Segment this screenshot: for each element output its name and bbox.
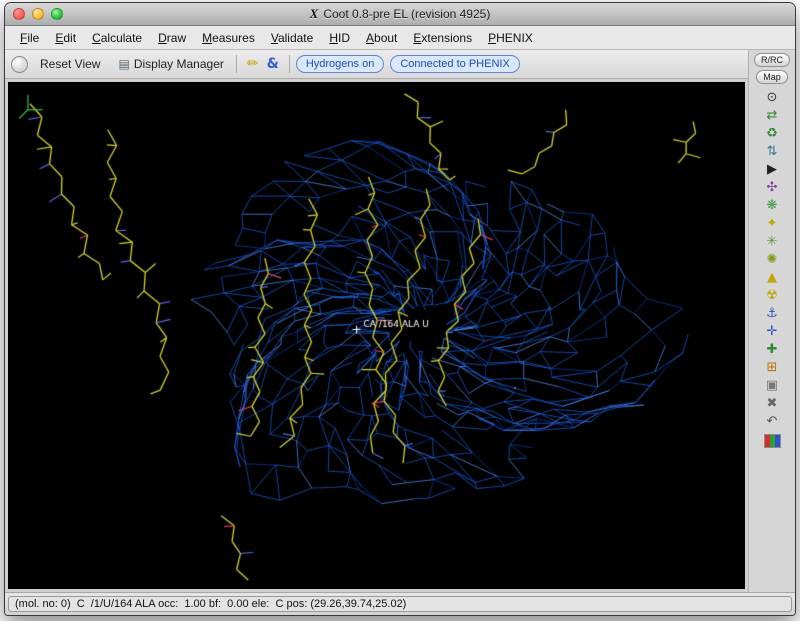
flip-peptide-icon[interactable]: ✦ (761, 216, 783, 232)
mutate-icon[interactable]: ✺ (761, 252, 783, 268)
delete-item-icon[interactable]: ✖ (761, 396, 783, 412)
status-text: (mol. no: 0) C /1/U/164 ALA occ: 1.00 bf… (8, 596, 792, 612)
main-toolbar: Reset View ▤ Display Manager ✏& Hydrogen… (5, 50, 748, 79)
right-tool-strip: R/RC Map ⊙ ⇄ ♻ ⇅ ▶ ✣ ❋ ✦ ✳ ✺ ▲ ☢ ⚓ ✛ ✚ ⊞ ▣ ✖ ↶ (748, 50, 795, 592)
display-manager-button[interactable]: ▤ Display Manager (112, 54, 229, 74)
x11-app-icon: X (310, 6, 319, 22)
status-bar: (mol. no: 0) C /1/U/164 ALA occ: 1.00 bf… (5, 592, 795, 615)
goto-atom-icon[interactable]: ✏ (243, 55, 263, 73)
menu-item-phenix[interactable]: PHENIX (481, 29, 540, 47)
menu-item-about[interactable]: About (359, 29, 404, 47)
phenix-status-button[interactable]: Connected to PHENIX (390, 55, 519, 73)
gl-canvas[interactable] (8, 82, 745, 589)
right-icon-column: ⊙ ⇄ ♻ ⇅ ▶ ✣ ❋ ✦ ✳ ✺ ▲ ☢ ⚓ ✛ ✚ ⊞ ▣ ✖ ↶ (761, 90, 783, 448)
window-title: X Coot 0.8-pre EL (revision 4925) (310, 6, 491, 22)
hydrogens-toggle-button[interactable]: Hydrogens on (296, 55, 385, 73)
recycle-refine-icon[interactable]: ♻ (761, 126, 783, 142)
menu-item-validate[interactable]: Validate (264, 29, 321, 47)
menu-item-file[interactable]: File (13, 29, 46, 47)
title-bar[interactable]: X Coot 0.8-pre EL (revision 4925) (5, 3, 795, 26)
anchor-restraints-icon[interactable]: ⚓ (761, 306, 783, 322)
add-box-icon[interactable]: ⊞ (761, 360, 783, 376)
menu-item-edit[interactable]: Edit (48, 29, 83, 47)
reset-view-button[interactable]: Reset View (34, 54, 106, 74)
menu-item-hid[interactable]: HID (322, 29, 357, 47)
updown-fit-icon[interactable]: ⇅ (761, 144, 783, 160)
toolbar-separator (236, 55, 237, 73)
timer-icon[interactable]: ⊙ (761, 90, 783, 106)
close-button[interactable] (13, 8, 25, 20)
crosshair-place-atom-icon[interactable]: ✛ (761, 324, 783, 340)
radioactive-refmac-icon[interactable]: ☢ (761, 288, 783, 304)
toolbar-separator (289, 55, 290, 73)
display-manager-icon: ▤ (118, 57, 129, 71)
toolbar-icon-group: ✏& (243, 55, 283, 73)
goto-ligand-icon[interactable]: & (263, 55, 283, 73)
add-terminal-residue-icon[interactable]: ▲ (761, 270, 783, 286)
grid-icon[interactable]: ▣ (761, 378, 783, 394)
swap-coords-icon[interactable]: ⇄ (761, 108, 783, 124)
add-alt-conf-icon[interactable]: ✚ (761, 342, 783, 358)
window-title-text: Coot 0.8-pre EL (revision 4925) (323, 7, 490, 21)
coot-window: X Coot 0.8-pre EL (revision 4925) FileEd… (4, 2, 796, 616)
zoom-button[interactable] (51, 8, 63, 20)
colour-bars-icon[interactable] (764, 434, 781, 448)
menu-item-calculate[interactable]: Calculate (85, 29, 149, 47)
toolbar-toggle-button[interactable] (11, 56, 28, 73)
menu-item-draw[interactable]: Draw (151, 29, 193, 47)
undo-icon[interactable]: ↶ (761, 414, 783, 430)
gl-frame (5, 79, 748, 592)
pinwheel-torsion-icon[interactable]: ❋ (761, 198, 783, 214)
rrc-button[interactable]: R/RC (754, 53, 790, 67)
minimize-button[interactable] (32, 8, 44, 20)
display-manager-label: Display Manager (134, 57, 224, 71)
reset-view-label: Reset View (40, 57, 100, 71)
menu-item-measures[interactable]: Measures (195, 29, 262, 47)
menu-item-extensions[interactable]: Extensions (406, 29, 479, 47)
side-chain-180-icon[interactable]: ✳ (761, 234, 783, 250)
map-button[interactable]: Map (756, 70, 788, 84)
rotamer-icon[interactable]: ✣ (761, 180, 783, 196)
menu-bar: FileEditCalculateDrawMeasuresValidateHID… (5, 26, 795, 50)
play-icon[interactable]: ▶ (761, 162, 783, 178)
